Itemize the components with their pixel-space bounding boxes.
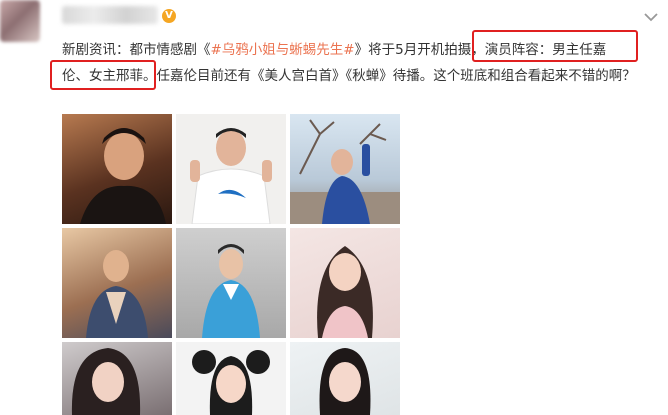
photo-thumbnail[interactable] — [290, 114, 400, 224]
photo-thumbnail[interactable] — [62, 114, 172, 224]
user-avatar[interactable] — [0, 0, 40, 42]
photo-thumbnail[interactable] — [62, 228, 172, 338]
photo-thumbnail[interactable] — [62, 342, 172, 415]
photo-thumbnail[interactable] — [290, 228, 400, 338]
post-text-prefix: 新剧资讯：都市情感剧《 — [62, 42, 211, 58]
photo-thumbnail[interactable] — [290, 342, 400, 415]
photo-thumbnail[interactable] — [176, 342, 286, 415]
username-blurred[interactable] — [62, 6, 158, 24]
photo-thumbnail[interactable] — [176, 114, 286, 224]
topic-link[interactable]: #乌鸦小姐与蜥蜴先生# — [211, 42, 355, 58]
highlight-box-actress — [50, 60, 156, 90]
chevron-down-icon[interactable] — [642, 10, 660, 24]
post-text-mid: 》将于5月开机拍摄， — [354, 42, 485, 58]
highlight-box-cast — [472, 30, 638, 62]
post-text-rest: 任嘉伦目前还有《美人宫白首》《秋蝉》待播。这个班底和组合看起来不错的啊？ — [156, 67, 636, 84]
verified-v-icon: V — [162, 9, 176, 23]
photo-thumbnail[interactable] — [176, 228, 286, 338]
